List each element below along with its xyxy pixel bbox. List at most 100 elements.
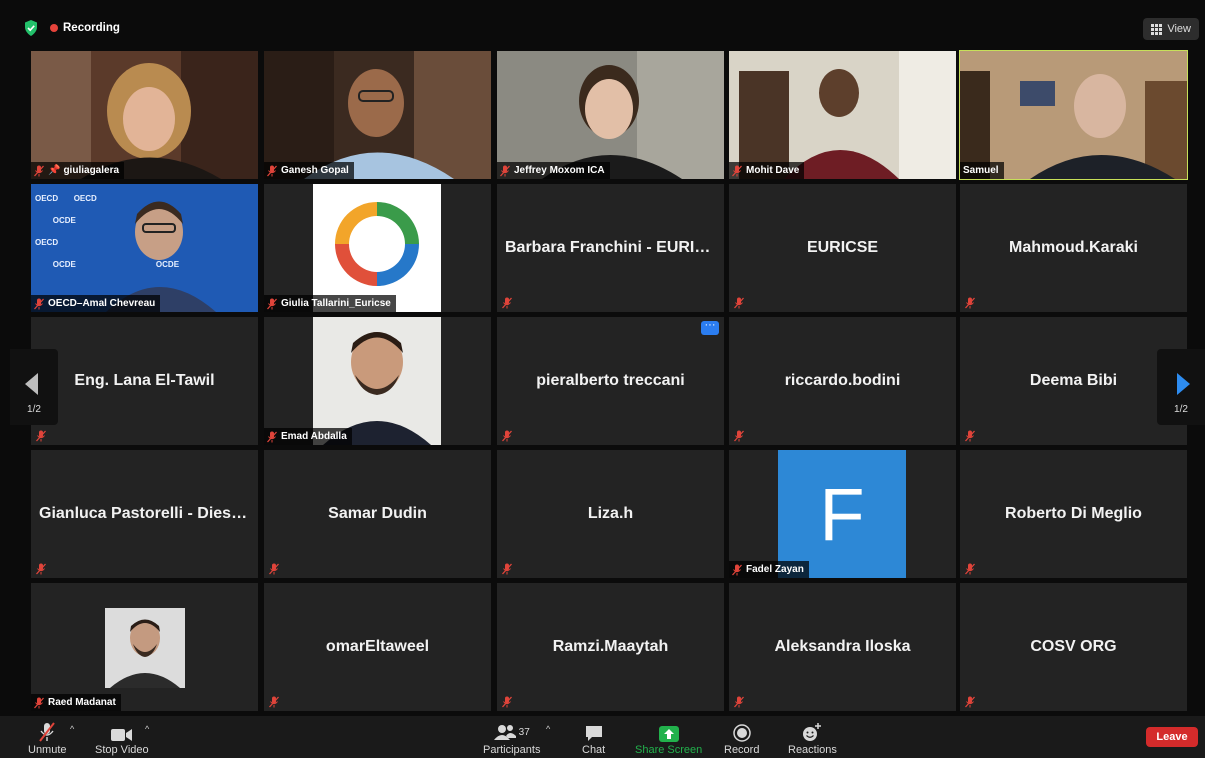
- participant-tile[interactable]: EURICSE: [729, 184, 956, 312]
- participant-tile[interactable]: Mahmoud.Karaki: [960, 184, 1187, 312]
- participant-tile[interactable]: Aleksandra Iloska: [729, 583, 956, 711]
- participant-name: Deema Bibi: [1029, 372, 1118, 389]
- participant-label: Raed Madanat: [31, 694, 121, 711]
- mic-muted-icon: [734, 696, 744, 708]
- mic-muted-icon: [269, 696, 279, 708]
- participants-icon: [493, 725, 516, 740]
- mic-muted-icon: [267, 165, 277, 177]
- pin-icon: 📌: [48, 165, 61, 176]
- mic-muted-icon: [36, 430, 46, 442]
- page-indicator: 1/2: [27, 404, 41, 415]
- video-grid: 📌 giuliagalera Ganesh Gopal Jeffrey Moxo…: [31, 50, 1189, 712]
- unmute-button[interactable]: Unmute: [28, 722, 67, 756]
- recording-indicator[interactable]: Recording: [50, 22, 120, 34]
- recording-label: Recording: [63, 22, 120, 34]
- participant-name: Jeffrey Moxom ICA: [514, 165, 605, 176]
- participant-name: Fadel Zayan: [746, 564, 804, 575]
- participant-label: Jeffrey Moxom ICA: [497, 162, 610, 179]
- mic-muted-icon: [34, 298, 44, 310]
- participant-tile[interactable]: Mohit Dave: [729, 51, 956, 179]
- participant-tile[interactable]: Emad Abdalla: [264, 317, 491, 445]
- participant-name: Liza.h: [587, 505, 634, 522]
- profile-logo-image: [313, 184, 441, 312]
- participant-label: 📌 giuliagalera: [31, 162, 125, 179]
- participants-button[interactable]: 37 Participants: [483, 722, 540, 756]
- participant-name: omarEltaweel: [325, 638, 430, 655]
- mic-muted-icon: [36, 563, 46, 575]
- mic-muted-icon: [965, 430, 975, 442]
- mic-muted-icon: [965, 297, 975, 309]
- participant-tile[interactable]: omarEltaweel: [264, 583, 491, 711]
- mic-muted-icon: [502, 563, 512, 575]
- unmute-label: Unmute: [28, 744, 67, 756]
- participant-tile-active-speaker[interactable]: Samuel: [959, 50, 1188, 180]
- participant-video: [497, 51, 724, 179]
- previous-page-button[interactable]: 1/2: [10, 349, 58, 425]
- participant-tile[interactable]: Gianluca Pastorelli - Diesis...: [31, 450, 258, 578]
- participant-tile[interactable]: F Fadel Zayan: [729, 450, 956, 578]
- participant-tile[interactable]: COSV ORG: [960, 583, 1187, 711]
- participant-label: Fadel Zayan: [729, 561, 809, 578]
- record-button[interactable]: Record: [724, 722, 759, 756]
- shield-icon[interactable]: [24, 20, 38, 36]
- participants-options-caret-icon[interactable]: ^: [546, 724, 550, 734]
- participant-tile[interactable]: Jeffrey Moxom ICA: [497, 51, 724, 179]
- video-options-caret-icon[interactable]: ^: [145, 724, 149, 734]
- mic-muted-icon: [732, 564, 742, 576]
- participant-tile[interactable]: Barbara Franchini - EURICSE: [497, 184, 724, 312]
- participant-name: Raed Madanat: [48, 697, 116, 708]
- participant-tile[interactable]: Deema Bibi: [960, 317, 1187, 445]
- participant-name: pieralberto treccani: [536, 372, 685, 389]
- reactions-button[interactable]: Reactions: [788, 722, 837, 756]
- participant-name: Samar Dudin: [328, 505, 427, 522]
- audio-options-caret-icon[interactable]: ^: [70, 724, 74, 734]
- participant-name: Giulia Tallarini_Euricse: [281, 298, 391, 309]
- mic-muted-icon: [734, 430, 744, 442]
- participant-tile[interactable]: Giulia Tallarini_Euricse: [264, 184, 491, 312]
- profile-photo: [313, 317, 441, 445]
- mic-muted-icon: [34, 697, 44, 709]
- participant-name: Mohit Dave: [746, 165, 800, 176]
- mic-muted-icon: [965, 563, 975, 575]
- participant-video: [31, 51, 258, 179]
- participant-label: Ganesh Gopal: [264, 162, 354, 179]
- participant-name: Aleksandra Iloska: [774, 638, 911, 655]
- leave-button[interactable]: Leave: [1146, 727, 1198, 747]
- mic-muted-icon: [732, 165, 742, 177]
- participant-tile[interactable]: Liza.h: [497, 450, 724, 578]
- mic-muted-icon: [34, 165, 44, 177]
- chat-icon: [585, 726, 602, 741]
- stop-video-button[interactable]: Stop Video: [95, 722, 149, 756]
- participant-name: Emad Abdalla: [281, 431, 347, 442]
- participant-tile[interactable]: OECD OECD OCDE OCDE OECD OCDE OCDE: [31, 184, 258, 312]
- participants-label: Participants: [483, 744, 541, 756]
- share-screen-button[interactable]: Share Screen: [635, 722, 702, 756]
- grid-view-icon: [1151, 23, 1163, 35]
- participant-tile[interactable]: ··· pieralberto treccani: [497, 317, 724, 445]
- participant-tile[interactable]: Eng. Lana El-Tawil: [31, 317, 258, 445]
- video-camera-icon: [110, 729, 132, 741]
- participant-tile[interactable]: Ganesh Gopal: [264, 51, 491, 179]
- mic-muted-icon: [39, 722, 56, 742]
- participant-tile[interactable]: 📌 giuliagalera: [31, 51, 258, 179]
- mic-muted-icon: [502, 297, 512, 309]
- participant-tile[interactable]: Ramzi.Maaytah: [497, 583, 724, 711]
- participant-tile[interactable]: Samar Dudin: [264, 450, 491, 578]
- share-screen-icon: [658, 726, 679, 742]
- mic-muted-icon: [269, 563, 279, 575]
- view-button[interactable]: View: [1143, 18, 1199, 40]
- participant-tile[interactable]: riccardo.bodini: [729, 317, 956, 445]
- next-page-button[interactable]: 1/2: [1157, 349, 1205, 425]
- profile-photo: [105, 608, 185, 688]
- participant-video: OECD OECD OCDE OCDE OECD OCDE OCDE: [31, 184, 258, 312]
- chat-button[interactable]: Chat: [582, 722, 605, 756]
- more-options-button[interactable]: ···: [701, 320, 719, 335]
- participant-tile[interactable]: Roberto Di Meglio: [960, 450, 1187, 578]
- share-screen-label: Share Screen: [635, 744, 703, 756]
- participant-tile[interactable]: Raed Madanat: [31, 583, 258, 711]
- participant-label: Samuel: [960, 162, 1004, 179]
- record-icon: [732, 724, 751, 742]
- participant-name: Ganesh Gopal: [281, 165, 349, 176]
- participant-name: Eng. Lana El-Tawil: [74, 372, 215, 389]
- meeting-toolbar: Unmute ^ Stop Video ^ 37 Participants ^: [0, 716, 1205, 758]
